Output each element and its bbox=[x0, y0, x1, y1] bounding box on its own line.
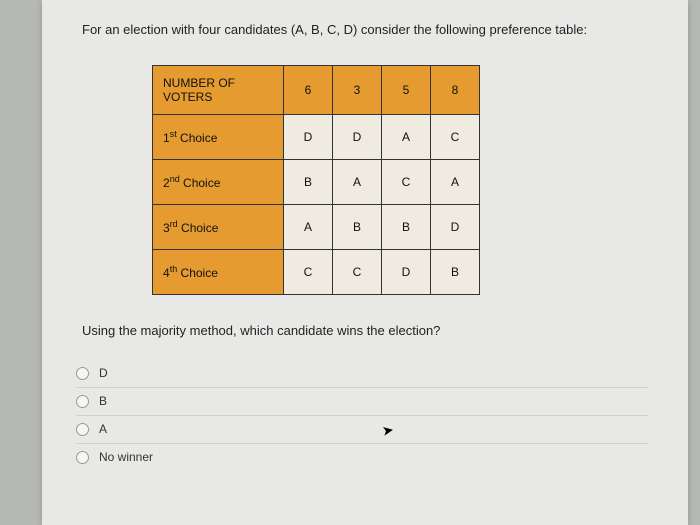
preference-table-wrap: NUMBER OF VOTERS 6 3 5 8 1st Choice D D … bbox=[152, 65, 648, 295]
cell: C bbox=[284, 250, 333, 295]
cell: A bbox=[431, 160, 480, 205]
cell: A bbox=[382, 115, 431, 160]
table-header-row: NUMBER OF VOTERS 6 3 5 8 bbox=[153, 66, 480, 115]
cell: D bbox=[284, 115, 333, 160]
cell: B bbox=[382, 205, 431, 250]
radio-icon[interactable] bbox=[76, 451, 89, 464]
cell: C bbox=[431, 115, 480, 160]
option-row[interactable]: A bbox=[76, 416, 648, 444]
choice-label: 2nd Choice bbox=[153, 160, 284, 205]
cell: D bbox=[382, 250, 431, 295]
voter-count: 5 bbox=[382, 66, 431, 115]
cursor-icon: ➤ bbox=[381, 421, 396, 440]
cell: A bbox=[284, 205, 333, 250]
choice-label: 1st Choice bbox=[153, 115, 284, 160]
options-list: D B A No winner bbox=[76, 360, 648, 471]
voter-count: 8 bbox=[431, 66, 480, 115]
voter-count: 6 bbox=[284, 66, 333, 115]
voter-count: 3 bbox=[333, 66, 382, 115]
option-label: B bbox=[99, 394, 107, 408]
cell: B bbox=[333, 205, 382, 250]
cell: D bbox=[333, 115, 382, 160]
radio-icon[interactable] bbox=[76, 395, 89, 408]
option-label: No winner bbox=[99, 450, 153, 464]
radio-icon[interactable] bbox=[76, 423, 89, 436]
followup-text: Using the majority method, which candida… bbox=[82, 323, 648, 338]
choice-label: 4th Choice bbox=[153, 250, 284, 295]
preference-table: NUMBER OF VOTERS 6 3 5 8 1st Choice D D … bbox=[152, 65, 480, 295]
cell: D bbox=[431, 205, 480, 250]
cell: B bbox=[431, 250, 480, 295]
cell: C bbox=[333, 250, 382, 295]
option-row[interactable]: D bbox=[76, 360, 648, 388]
option-label: D bbox=[99, 366, 108, 380]
option-row[interactable]: No winner bbox=[76, 444, 648, 471]
question-text: For an election with four candidates (A,… bbox=[82, 22, 648, 37]
question-page: For an election with four candidates (A,… bbox=[42, 0, 688, 525]
header-label: NUMBER OF VOTERS bbox=[153, 66, 284, 115]
table-row: 3rd Choice A B B D bbox=[153, 205, 480, 250]
option-row[interactable]: B bbox=[76, 388, 648, 416]
radio-icon[interactable] bbox=[76, 367, 89, 380]
table-row: 1st Choice D D A C bbox=[153, 115, 480, 160]
cell: B bbox=[284, 160, 333, 205]
table-row: 2nd Choice B A C A bbox=[153, 160, 480, 205]
table-row: 4th Choice C C D B bbox=[153, 250, 480, 295]
option-label: A bbox=[99, 422, 107, 436]
cell: A bbox=[333, 160, 382, 205]
choice-label: 3rd Choice bbox=[153, 205, 284, 250]
cell: C bbox=[382, 160, 431, 205]
